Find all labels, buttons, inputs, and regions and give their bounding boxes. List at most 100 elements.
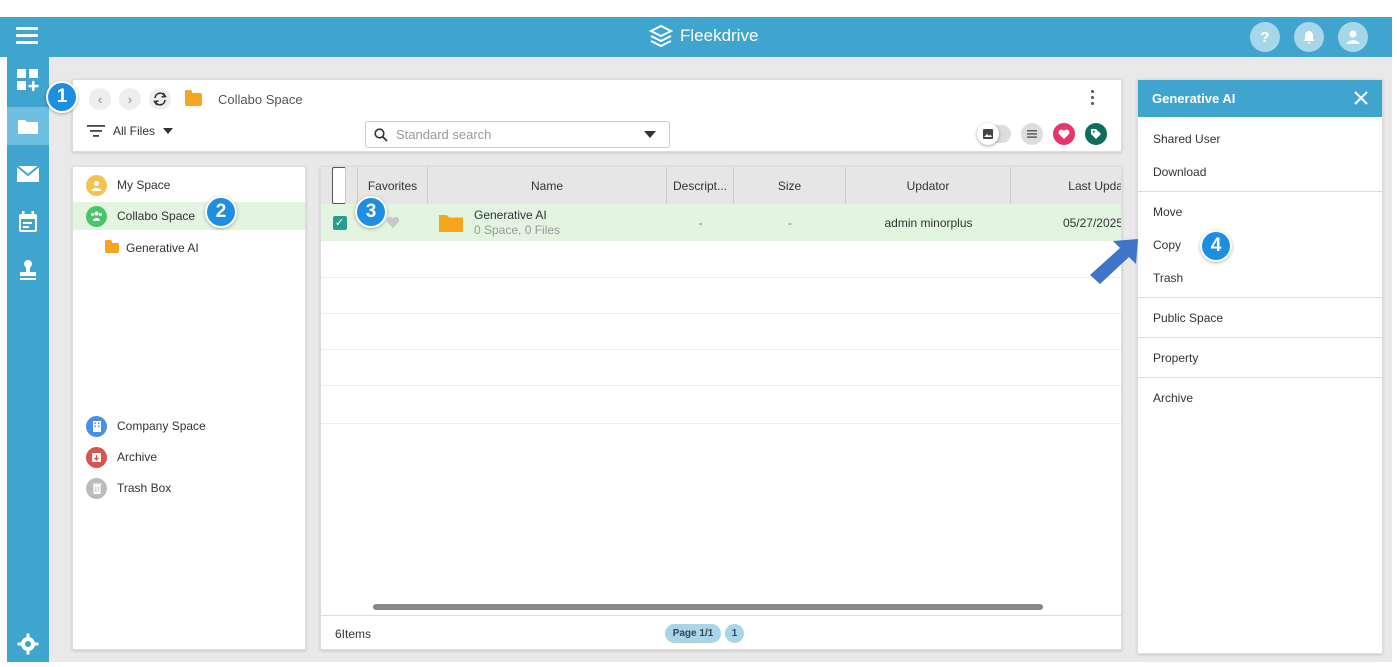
context-menu-header: Generative AI <box>1138 80 1382 117</box>
menu-item-download[interactable]: Download <box>1138 155 1382 188</box>
close-icon[interactable] <box>1352 89 1370 107</box>
pointer-arrow-icon <box>1090 239 1138 284</box>
sidebar-item-settings[interactable] <box>7 625 49 663</box>
select-all-cell[interactable] <box>321 167 358 204</box>
hamburger-menu-icon[interactable] <box>16 27 38 47</box>
refresh-icon <box>153 92 167 106</box>
group-icon <box>86 205 107 227</box>
forward-button[interactable]: › <box>119 88 141 110</box>
menu-item-archive[interactable]: Archive <box>1138 381 1382 414</box>
search-icon <box>374 127 388 142</box>
help-button[interactable]: ? <box>1250 22 1280 52</box>
menu-divider <box>1138 297 1382 298</box>
tree-item-label: My Space <box>117 178 171 192</box>
folder-icon <box>105 240 119 253</box>
menu-item-public-space[interactable]: Public Space <box>1138 301 1382 334</box>
brand-name: Fleekdrive <box>680 26 759 45</box>
file-toolbar: ‹ › Collabo Space All Files <box>72 79 1122 152</box>
tree-item-collabo-space[interactable]: Collabo Space <box>73 202 305 230</box>
item-count: 6Items <box>335 626 372 641</box>
sidebar-item-calendar[interactable] <box>7 203 49 241</box>
tree-item-label: Company Space <box>117 419 206 433</box>
row-divider <box>321 277 1121 278</box>
stamp-icon <box>20 260 36 280</box>
heart-icon <box>386 216 400 228</box>
sidebar-item-files[interactable] <box>7 107 49 145</box>
column-header[interactable]: Name <box>428 167 667 204</box>
sidebar-item-mail[interactable] <box>7 155 49 193</box>
row-divider <box>321 385 1121 386</box>
sidebar-item-stamp[interactable] <box>7 251 49 289</box>
account-button[interactable] <box>1338 22 1368 52</box>
tree-item-archive[interactable]: Archive <box>73 443 305 471</box>
column-header[interactable]: Last Upda <box>1011 167 1121 204</box>
tag-button[interactable] <box>1085 123 1107 145</box>
tree-item-label: Trash Box <box>117 481 172 495</box>
menu-item-shared-user[interactable]: Shared User <box>1138 122 1382 155</box>
notifications-button[interactable] <box>1294 22 1324 52</box>
menu-item-move[interactable]: Move <box>1138 195 1382 228</box>
filter-label: All Files <box>113 124 156 138</box>
context-menu-title: Generative AI <box>1152 91 1236 106</box>
back-button[interactable]: ‹ <box>89 88 111 110</box>
file-meta: 0 Space, 0 Files <box>474 222 561 237</box>
column-header[interactable]: Descript... <box>667 167 734 204</box>
list-view-button[interactable] <box>1021 123 1043 145</box>
refresh-button[interactable] <box>149 88 171 110</box>
tree-item-generative-ai[interactable]: Generative AI <box>73 234 305 262</box>
updator-cell: admin minorplus <box>884 215 973 230</box>
row-divider <box>321 313 1121 314</box>
page-number-button[interactable]: 1 <box>725 624 744 643</box>
question-icon: ? <box>1260 28 1270 46</box>
archive-icon <box>86 446 107 468</box>
user-icon <box>1346 30 1360 44</box>
row-divider <box>321 349 1121 350</box>
file-filter-dropdown[interactable]: All Files <box>87 124 174 138</box>
tree-item-my-space[interactable]: My Space <box>73 171 305 199</box>
select-all-checkbox[interactable] <box>332 167 346 204</box>
fleekdrive-logo-icon <box>648 24 674 48</box>
step-badge-3: 3 <box>355 196 387 228</box>
sidebar-item-dashboard[interactable] <box>7 61 49 99</box>
menu-item-trash[interactable]: Trash <box>1138 261 1382 294</box>
brand: Fleekdrive <box>648 23 758 49</box>
horizontal-scrollbar[interactable] <box>361 603 1121 611</box>
file-name[interactable]: Generative AI <box>474 208 560 223</box>
calendar-icon <box>19 211 37 232</box>
menu-divider <box>1138 337 1382 338</box>
search-box[interactable] <box>365 121 670 148</box>
page-indicator: Page 1/1 <box>665 624 721 643</box>
top-bar: Fleekdrive ? <box>0 17 1392 57</box>
mail-icon <box>16 165 40 182</box>
step-badge-2: 2 <box>205 196 237 228</box>
building-icon <box>86 415 107 437</box>
breadcrumb[interactable]: Collabo Space <box>218 92 303 107</box>
more-options-icon[interactable] <box>1091 90 1095 106</box>
tree-item-label: Archive <box>117 450 158 464</box>
favorites-button[interactable] <box>1053 123 1075 145</box>
file-list: Favorites Name Descript... Size Updator … <box>320 166 1122 650</box>
table-header: Favorites Name Descript... Size Updator … <box>321 167 1121 204</box>
table-row[interactable]: ✓ Generative AI 0 Space, 0 Files - - adm… <box>321 204 1121 241</box>
tree-item-company-space[interactable]: Company Space <box>73 412 305 440</box>
tree-item-trash-box[interactable]: Trash Box <box>73 474 305 502</box>
context-menu-panel: Generative AI Shared User Download Move … <box>1137 79 1383 654</box>
menu-item-copy[interactable]: Copy <box>1138 228 1382 261</box>
left-sidebar <box>7 57 49 662</box>
row-checkbox[interactable]: ✓ <box>332 215 347 230</box>
image-icon <box>983 129 993 139</box>
menu-divider <box>1138 191 1382 192</box>
column-header[interactable]: Updator <box>846 167 1011 204</box>
tree-item-label: Collabo Space <box>117 209 196 223</box>
search-input[interactable] <box>396 127 636 142</box>
list-icon <box>1027 130 1037 138</box>
scrollbar-thumb[interactable] <box>373 604 1043 610</box>
tag-icon <box>1091 129 1101 139</box>
folder-icon <box>439 214 463 232</box>
menu-item-property[interactable]: Property <box>1138 341 1382 374</box>
preview-toggle[interactable] <box>977 123 1011 145</box>
column-header[interactable]: Size <box>734 167 846 204</box>
dashboard-add-icon <box>17 69 39 91</box>
step-badge-1: 1 <box>46 81 78 113</box>
search-dropdown-icon[interactable] <box>644 131 656 138</box>
